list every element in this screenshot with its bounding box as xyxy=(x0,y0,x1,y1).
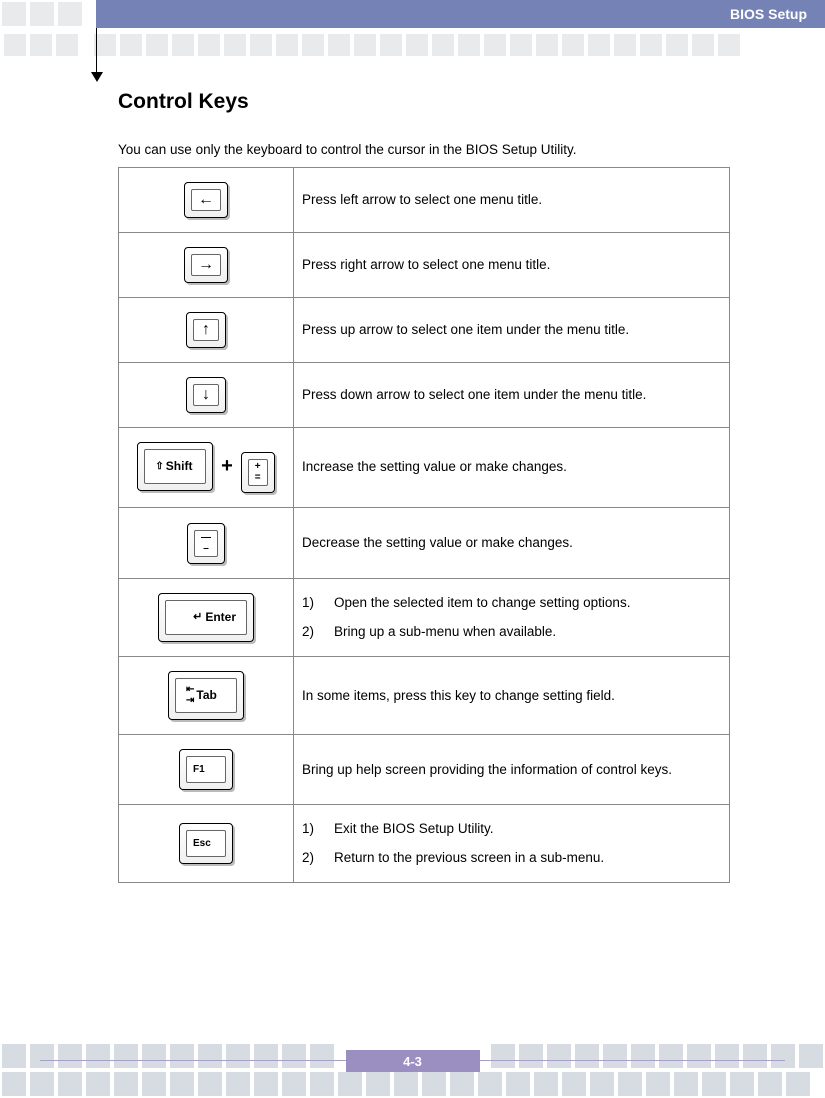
section-pointer-arrow-icon xyxy=(91,72,103,82)
page-number: 4-3 xyxy=(403,1054,422,1069)
left-arrow-desc: Press left arrow to select one menu titl… xyxy=(294,168,730,233)
page-number-badge: 4-3 xyxy=(346,1050,480,1072)
decrease-desc: Decrease the setting value or make chang… xyxy=(294,508,730,579)
plus-combiner-icon: + xyxy=(221,455,233,477)
enter-item-2: Bring up a sub-menu when available. xyxy=(302,618,721,646)
esc-item-2: Return to the previous screen in a sub-m… xyxy=(302,844,721,872)
shift-key-icon: ⇧Shift xyxy=(137,442,213,491)
header-title: BIOS Setup xyxy=(730,6,807,22)
decorative-sub-squares xyxy=(0,34,825,62)
f1-key-icon: F1 xyxy=(179,749,233,790)
enter-desc: Open the selected item to change setting… xyxy=(294,579,730,657)
f1-desc: Bring up help screen providing the infor… xyxy=(294,735,730,805)
tab-key-icon: ⇤⇥Tab xyxy=(168,671,244,720)
table-row: ↵Enter Open the selected item to change … xyxy=(119,579,730,657)
esc-item-1: Exit the BIOS Setup Utility. xyxy=(302,815,721,843)
table-row: → Press right arrow to select one menu t… xyxy=(119,233,730,298)
section-pointer-line xyxy=(96,28,97,78)
control-keys-table: ← Press left arrow to select one menu ti… xyxy=(118,167,730,883)
down-arrow-desc: Press down arrow to select one item unde… xyxy=(294,363,730,428)
down-arrow-key-icon: ↓ xyxy=(186,377,226,413)
table-row: ⇧Shift + += Increase the setting value o… xyxy=(119,428,730,508)
table-row: Esc Exit the BIOS Setup Utility. Return … xyxy=(119,805,730,883)
right-arrow-key-icon: → xyxy=(184,247,228,283)
page-content: Control Keys You can use only the keyboa… xyxy=(118,90,730,883)
intro-text: You can use only the keyboard to control… xyxy=(118,142,730,157)
up-arrow-key-icon: ↑ xyxy=(186,312,226,348)
increase-desc: Increase the setting value or make chang… xyxy=(294,428,730,508)
table-row: ↑ Press up arrow to select one item unde… xyxy=(119,298,730,363)
table-row: —– Decrease the setting value or make ch… xyxy=(119,508,730,579)
right-arrow-desc: Press right arrow to select one menu tit… xyxy=(294,233,730,298)
tab-desc: In some items, press this key to change … xyxy=(294,657,730,735)
plus-equals-key-icon: += xyxy=(241,452,275,493)
up-arrow-desc: Press up arrow to select one item under … xyxy=(294,298,730,363)
header-bar: BIOS Setup xyxy=(96,0,825,28)
table-row: ⇤⇥Tab In some items, press this key to c… xyxy=(119,657,730,735)
esc-key-icon: Esc xyxy=(179,823,233,864)
esc-desc: Exit the BIOS Setup Utility. Return to t… xyxy=(294,805,730,883)
enter-item-1: Open the selected item to change setting… xyxy=(302,589,721,617)
minus-key-icon: —– xyxy=(187,523,225,564)
table-row: ↓ Press down arrow to select one item un… xyxy=(119,363,730,428)
enter-key-icon: ↵Enter xyxy=(158,593,254,642)
left-arrow-key-icon: ← xyxy=(184,182,228,218)
table-row: ← Press left arrow to select one menu ti… xyxy=(119,168,730,233)
page-title: Control Keys xyxy=(118,90,730,114)
table-row: F1 Bring up help screen providing the in… xyxy=(119,735,730,805)
